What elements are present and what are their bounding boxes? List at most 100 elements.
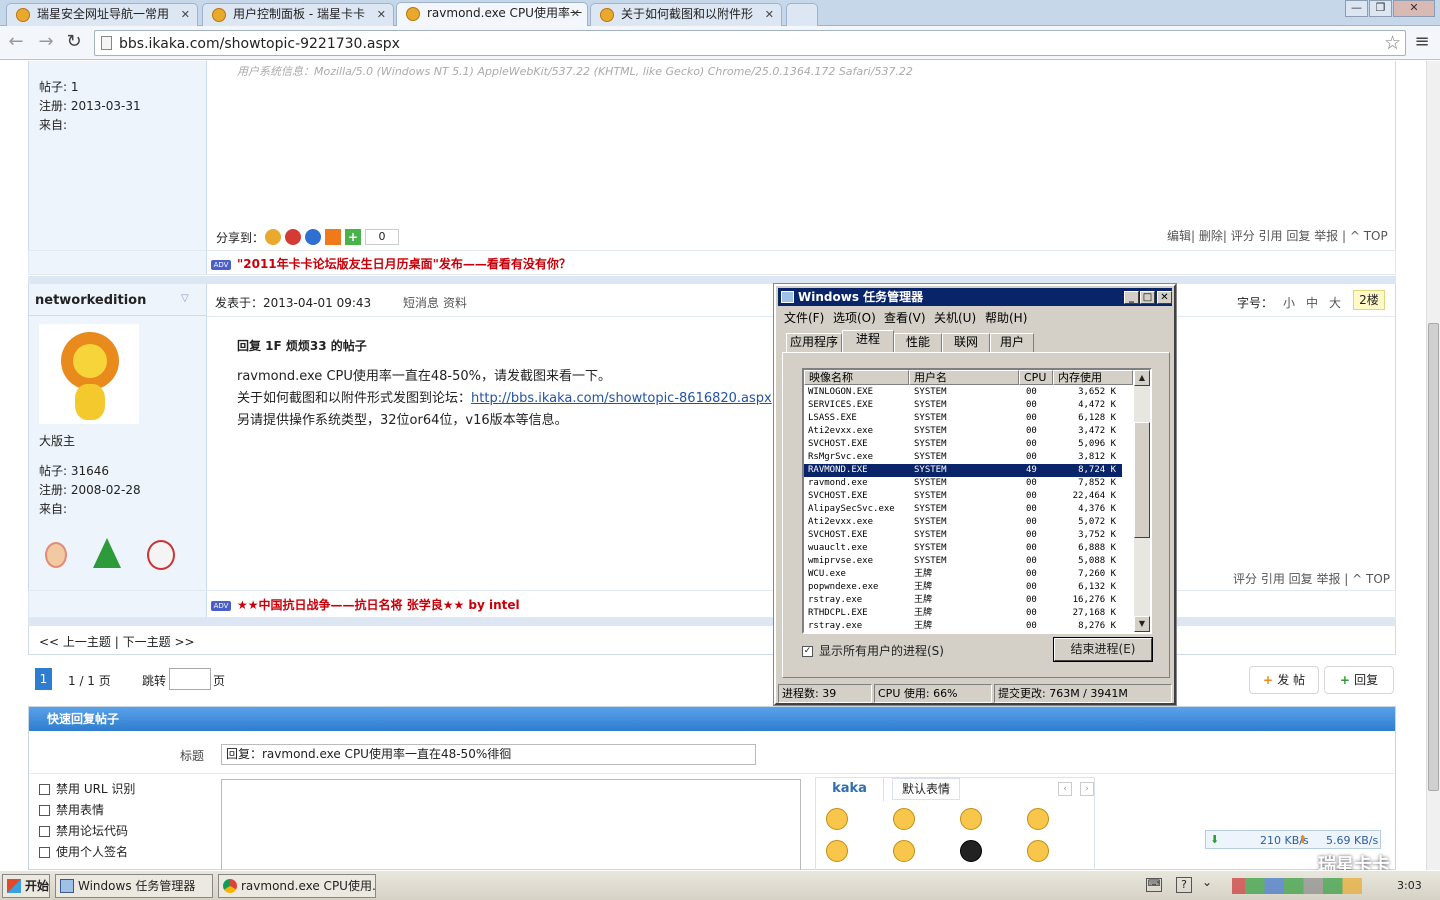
keyboard-icon[interactable]: ⌨: [1146, 878, 1162, 892]
close-window-icon[interactable]: ✕: [1393, 0, 1435, 17]
option-disable-url[interactable]: 禁用 URL 识别: [39, 780, 135, 797]
menu-options[interactable]: 选项(O): [833, 309, 876, 326]
prev-topic-link[interactable]: << 上一主题: [39, 635, 111, 649]
ad-link-1[interactable]: "2011年卡卡论坛版友生日月历桌面"发布——看看有没有你？: [237, 257, 571, 271]
tab-networking[interactable]: 联网: [942, 333, 990, 352]
emoji-icon[interactable]: [1027, 840, 1049, 862]
share-more-icon[interactable]: +: [345, 229, 361, 245]
system-tray-icons[interactable]: [1232, 878, 1362, 894]
col-user-name[interactable]: 用户名: [909, 370, 1019, 385]
task-manager-titlebar[interactable]: Windows 任务管理器 _ □ ✕: [778, 288, 1172, 306]
reply-button[interactable]: + 回复: [1324, 666, 1394, 694]
tab-performance[interactable]: 性能: [894, 333, 942, 352]
process-list[interactable]: 映像名称 用户名 CPU 内存使用 WINLOGON.EXE SYSTEM 00 3,…: [802, 368, 1152, 634]
subject-input[interactable]: 回复：ravmond.exe CPU使用率一直在48-50%徘徊: [221, 744, 756, 765]
checkbox-icon[interactable]: [39, 826, 50, 837]
menu-icon[interactable]: ≡: [1412, 33, 1432, 53]
option-use-signature[interactable]: 使用个人签名: [39, 843, 128, 860]
option-disable-bbcode[interactable]: 禁用论坛代码: [39, 822, 128, 839]
next-topic-link[interactable]: 下一主题 >>: [123, 635, 195, 649]
process-row[interactable]: SVCHOST.EXE SYSTEM 00 22,464 K: [804, 490, 1122, 503]
help-icon[interactable]: ?: [1176, 877, 1192, 893]
process-row[interactable]: SVCHOST.EXE SYSTEM 00 5,096 K: [804, 438, 1122, 451]
col-cpu[interactable]: CPU: [1019, 370, 1053, 385]
font-small[interactable]: 小: [1283, 294, 1295, 311]
emoji-icon[interactable]: [960, 808, 982, 830]
process-row[interactable]: Ati2evxx.exe SYSTEM 00 3,472 K: [804, 425, 1122, 438]
ad-link-2[interactable]: ★★中国抗日战争——抗日名将 张学良★★ by intel: [237, 598, 520, 612]
process-row[interactable]: AlipaySecSvc.exe SYSTEM 00 4,376 K: [804, 503, 1122, 516]
post-1-actions[interactable]: 编辑| 删除| 评分 引用 回复 举报 | ^ TOP: [1167, 227, 1388, 244]
emoji-tab-default[interactable]: 默认表情: [892, 778, 960, 800]
forward-icon[interactable]: →: [36, 33, 56, 53]
scrollbar-thumb[interactable]: [1428, 323, 1439, 791]
maximize-icon[interactable]: □: [1140, 291, 1155, 304]
process-row[interactable]: wuauclt.exe SYSTEM 00 6,888 K: [804, 542, 1122, 555]
emoji-icon[interactable]: [826, 808, 848, 830]
checkbox-icon[interactable]: [39, 847, 50, 858]
font-medium[interactable]: 中: [1306, 294, 1318, 311]
address-bar[interactable]: bbs.ikaka.com/showtopic-9221730.aspx ☆: [94, 30, 1406, 56]
process-row[interactable]: WCU.exe 王牌 00 7,260 K: [804, 568, 1122, 581]
minimize-icon[interactable]: —: [1345, 0, 1368, 17]
tab-user-panel[interactable]: 用户控制面板 - 瑞星卡卡 ✕: [202, 3, 394, 26]
share-qzone-icon[interactable]: [265, 229, 281, 245]
taskbar-item-chrome[interactable]: ravmond.exe CPU使用...: [218, 874, 376, 898]
emoji-icon[interactable]: [1027, 808, 1049, 830]
profile-link[interactable]: 资料: [443, 294, 467, 311]
process-row[interactable]: rstray.exe 王牌 00 8,276 K: [804, 620, 1122, 632]
menu-shutdown[interactable]: 关机(U): [934, 309, 976, 326]
process-row[interactable]: RsMgrSvc.exe SYSTEM 00 3,812 K: [804, 451, 1122, 464]
tab-processes[interactable]: 进程: [842, 330, 894, 353]
prev-arrow-icon[interactable]: ‹: [1058, 782, 1072, 796]
emoji-tab-kaka[interactable]: kaka: [816, 778, 884, 802]
page-current[interactable]: 1: [35, 668, 52, 690]
process-row[interactable]: wmiprvse.exe SYSTEM 00 5,088 K: [804, 555, 1122, 568]
tab-rising-nav[interactable]: 瑞星安全网址导航一常用 ✕: [6, 3, 198, 26]
reply-textarea[interactable]: [221, 779, 801, 871]
close-icon[interactable]: ✕: [377, 4, 386, 25]
process-row[interactable]: ravmond.exe SYSTEM 00 7,852 K: [804, 477, 1122, 490]
close-icon[interactable]: ✕: [571, 3, 580, 24]
scroll-up-icon[interactable]: ▲: [1134, 370, 1150, 386]
col-memory[interactable]: 内存使用: [1053, 370, 1133, 385]
option-disable-emoji[interactable]: 禁用表情: [39, 801, 104, 818]
chevron-down-icon[interactable]: ▽: [181, 293, 189, 304]
process-row[interactable]: Ati2evxx.exe SYSTEM 00 5,072 K: [804, 516, 1122, 529]
minimize-icon[interactable]: _: [1124, 291, 1139, 304]
close-icon[interactable]: ✕: [765, 4, 774, 25]
page-scrollbar[interactable]: [1426, 61, 1440, 870]
jump-page-input[interactable]: [169, 668, 211, 690]
process-row[interactable]: RTHDCPL.EXE 王牌 00 27,168 K: [804, 607, 1122, 620]
bookmark-star-icon[interactable]: ☆: [1384, 32, 1401, 54]
tab-ravmond-topic[interactable]: ravmond.exe CPU使用率一 ✕: [396, 2, 588, 27]
menu-help[interactable]: 帮助(H): [985, 309, 1027, 326]
emoji-icon[interactable]: [893, 808, 915, 830]
process-row[interactable]: SVCHOST.EXE SYSTEM 00 3,752 K: [804, 529, 1122, 542]
scroll-thumb[interactable]: [1134, 422, 1150, 538]
emoji-icon[interactable]: [960, 840, 982, 862]
font-large[interactable]: 大: [1329, 294, 1341, 311]
end-process-button[interactable]: 结束进程(E): [1053, 637, 1153, 662]
author-name[interactable]: networkedition: [35, 293, 146, 308]
ime-icon[interactable]: ⌄: [1202, 875, 1212, 889]
process-list-scrollbar[interactable]: ▲ ▼: [1134, 370, 1150, 632]
process-row[interactable]: RAVMOND.EXE SYSTEM 49 8,724 K: [804, 464, 1122, 477]
new-tab-button[interactable]: [786, 3, 818, 26]
close-icon[interactable]: ✕: [181, 4, 190, 25]
reload-icon[interactable]: ↻: [64, 33, 84, 53]
next-arrow-icon[interactable]: ›: [1080, 782, 1094, 796]
share-renren-icon[interactable]: [305, 229, 321, 245]
avatar[interactable]: [39, 324, 139, 424]
process-row[interactable]: rstray.exe 王牌 00 16,276 K: [804, 594, 1122, 607]
menu-file[interactable]: 文件(F): [784, 309, 824, 326]
checkbox-checked-icon[interactable]: ✓: [802, 646, 813, 657]
tab-screenshot-help[interactable]: 关于如何截图和以附件形 ✕: [590, 3, 782, 26]
start-button[interactable]: 开始: [2, 874, 50, 898]
menu-view[interactable]: 查看(V): [884, 309, 926, 326]
taskbar-item-taskmgr[interactable]: Windows 任务管理器: [55, 874, 213, 898]
col-image-name[interactable]: 映像名称: [804, 370, 909, 385]
show-all-users-checkbox[interactable]: ✓ 显示所有用户的进程(S): [802, 642, 944, 659]
emoji-icon[interactable]: [826, 840, 848, 862]
back-icon[interactable]: ←: [6, 33, 26, 53]
